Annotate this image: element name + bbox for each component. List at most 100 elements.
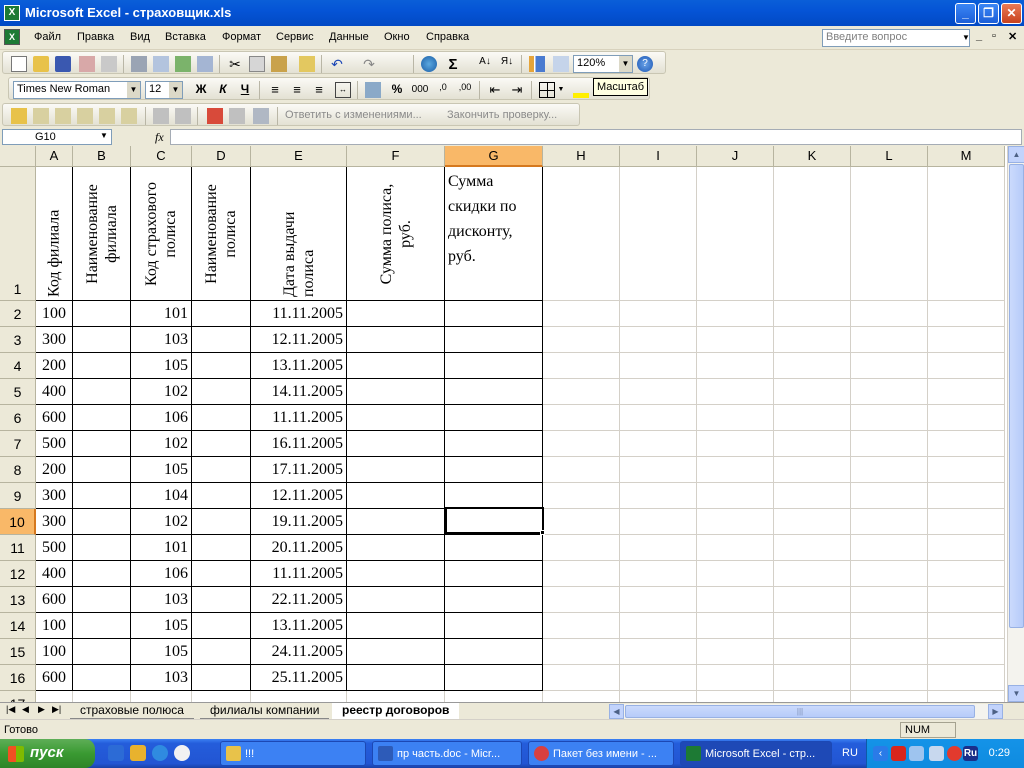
cell-g17[interactable] [445,691,543,702]
workbook-icon[interactable]: X [4,29,20,45]
send-icon[interactable] [253,108,269,124]
restore-button[interactable]: ❐ [978,3,999,24]
cell-i7[interactable] [620,431,697,457]
cell-b13[interactable] [73,587,131,613]
cell-e10[interactable]: 19.11.2005 [251,509,347,535]
cell-k4[interactable] [774,353,851,379]
row-header-5[interactable]: 5 [0,379,36,405]
cell-m10[interactable] [928,509,1005,535]
cell-d8[interactable] [192,457,251,483]
cell-k9[interactable] [774,483,851,509]
cell-d15[interactable] [192,639,251,665]
cell-f5[interactable] [347,379,445,405]
cell-d9[interactable] [192,483,251,509]
cell-a12[interactable]: 400 [36,561,73,587]
cell-a4[interactable]: 200 [36,353,73,379]
undo-icon[interactable]: ↶ [329,56,345,72]
cell-b10[interactable] [73,509,131,535]
column-header-b[interactable]: B [73,146,131,167]
cell-l3[interactable] [851,327,928,353]
row-header-1[interactable]: 1 [0,167,36,301]
doc-minimize-button[interactable]: _ [976,30,982,42]
cell-e16[interactable]: 25.11.2005 [251,665,347,691]
row-header-9[interactable]: 9 [0,483,36,509]
track-changes-icon[interactable] [153,108,169,124]
cell-i2[interactable] [620,301,697,327]
borders-dropdown-icon[interactable]: ▼ [557,82,565,98]
cell-h5[interactable] [543,379,620,405]
show-comment-icon[interactable] [77,108,93,124]
cell-k5[interactable] [774,379,851,405]
cell-k16[interactable] [774,665,851,691]
cell-l16[interactable] [851,665,928,691]
header-cell-f[interactable]: Сумма полиса, руб. [347,167,445,301]
cell-a8[interactable]: 200 [36,457,73,483]
cell-d6[interactable] [192,405,251,431]
chart-wizard-icon[interactable] [529,56,545,72]
cell-f6[interactable] [347,405,445,431]
vertical-scrollbar[interactable]: ▲ ▼ [1007,146,1024,702]
column-header-a[interactable]: A [36,146,73,167]
cell-g16[interactable] [445,665,543,691]
column-header-f[interactable]: F [347,146,445,167]
media-player-icon[interactable] [174,745,190,761]
cell-h8[interactable] [543,457,620,483]
zoom-select[interactable]: 120% ▼ [573,55,633,73]
cell-j10[interactable] [697,509,774,535]
header-cell-g[interactable]: Сумма скидки по дисконту, руб. [445,167,543,301]
cell-j13[interactable] [697,587,774,613]
taskbar-item-word[interactable]: пр часть.doc - Micr... [372,741,522,766]
cell-j9[interactable] [697,483,774,509]
cell-c4[interactable]: 105 [131,353,192,379]
scroll-right-icon[interactable]: ▶ [988,704,1003,719]
cell-b8[interactable] [73,457,131,483]
print-preview-icon[interactable] [153,56,169,72]
format-painter-icon[interactable] [299,56,315,72]
name-box[interactable]: G10 ▼ [2,129,112,145]
minimize-button[interactable]: _ [955,3,976,24]
first-sheet-icon[interactable]: |◀ [6,704,15,715]
reply-changes-icon[interactable] [207,108,223,124]
cell-d5[interactable] [192,379,251,405]
taskbar-item-folder[interactable]: !!! [220,741,366,766]
row-header-15[interactable]: 15 [0,639,36,665]
menu-tools[interactable]: Сервис [276,31,314,43]
cell-f8[interactable] [347,457,445,483]
cell-g4[interactable] [445,353,543,379]
row-header-16[interactable]: 16 [0,665,36,691]
cell-k14[interactable] [774,613,851,639]
hyperlink-icon[interactable] [421,56,437,72]
horizontal-scrollbar[interactable]: ◀ ||| ▶ [609,704,1003,719]
cell-i6[interactable] [620,405,697,431]
help-icon[interactable]: ? [637,56,653,72]
cell-i17[interactable] [620,691,697,702]
cell-g13[interactable] [445,587,543,613]
row-header-8[interactable]: 8 [0,457,36,483]
header-cell-d[interactable]: Наименование полиса [192,167,251,301]
menu-data[interactable]: Данные [329,31,369,43]
cell-j14[interactable] [697,613,774,639]
cell-e11[interactable]: 20.11.2005 [251,535,347,561]
cell-b12[interactable] [73,561,131,587]
delete-comment-icon[interactable] [121,108,137,124]
cell-j3[interactable] [697,327,774,353]
increase-indent-icon[interactable]: ⇥ [509,82,525,98]
language-indicator[interactable]: RU [842,747,858,759]
cell-k2[interactable] [774,301,851,327]
redo-icon[interactable]: ↷ [361,56,377,72]
cell-a13[interactable]: 600 [36,587,73,613]
cell-l2[interactable] [851,301,928,327]
cell-f10[interactable] [347,509,445,535]
cell-f4[interactable] [347,353,445,379]
cell-i4[interactable] [620,353,697,379]
cell-j7[interactable] [697,431,774,457]
cell-c7[interactable]: 102 [131,431,192,457]
cell-l14[interactable] [851,613,928,639]
fill-handle[interactable] [540,530,545,535]
column-header-j[interactable]: J [697,146,774,167]
next-comment-icon[interactable] [55,108,71,124]
cell-d7[interactable] [192,431,251,457]
cell-j12[interactable] [697,561,774,587]
cell-g2[interactable] [445,301,543,327]
cell-j1[interactable] [697,167,774,301]
